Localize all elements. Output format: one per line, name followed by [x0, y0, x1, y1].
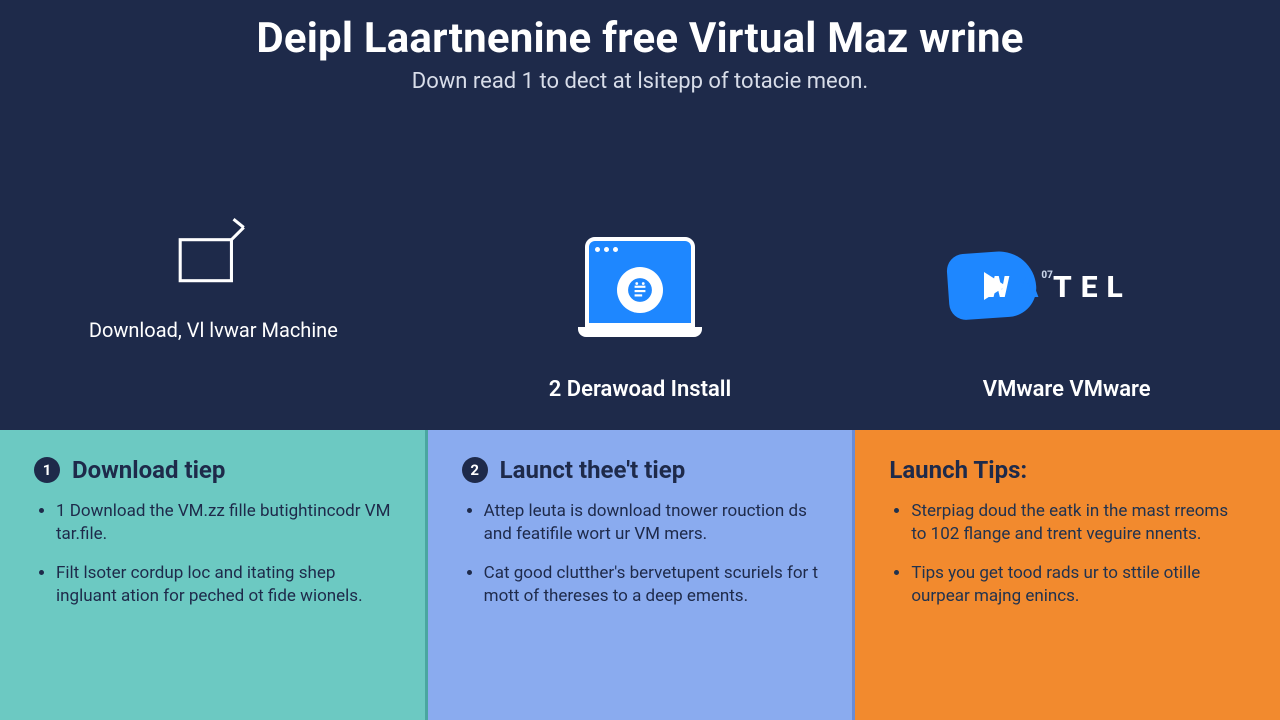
feature-download: Download, Vl lvwar Machine — [0, 94, 427, 430]
page-title: Deipl Laartnenine free Virtual Maz wrine — [0, 14, 1280, 63]
list-item: Filt lsoter cordup loc and itating shep … — [56, 562, 391, 608]
hero-header: Deipl Laartnenine free Virtual Maz wrine… — [0, 0, 1280, 94]
feature-row: Download, Vl lvwar Machine — [0, 94, 1280, 430]
card-launch-heading: 2 Launct thee't tiep — [462, 456, 819, 484]
card-download-list: 1 Download the VM.zz fille butightincodr… — [34, 500, 391, 608]
list-item: Tips you get tood rads ur to sttile otil… — [911, 562, 1246, 608]
infographic-page: Deipl Laartnenine free Virtual Maz wrine… — [0, 0, 1280, 720]
logo-sup: 07 — [1041, 270, 1053, 281]
laptop-list-icon — [580, 217, 700, 357]
feature-vmware: WA07TEL VMware VMware — [853, 94, 1280, 430]
feature-vmware-label: VMware VMware — [983, 377, 1151, 402]
cards-row: 1 Download tiep 1 Download the VM.zz fil… — [0, 430, 1280, 720]
feature-download-label: Download, Vl lvwar Machine — [89, 318, 338, 342]
logo-pre: W — [984, 270, 1019, 305]
card-launch-list: Attep leuta is download tnower rouction … — [462, 500, 819, 608]
feature-install-label: 2 Derawoad Install — [549, 377, 732, 402]
list-item: Attep leuta is download tnower rouction … — [484, 500, 819, 546]
feature-install: 2 Derawoad Install — [427, 94, 854, 430]
logo-post: TEL — [1053, 270, 1132, 305]
hero-section: Deipl Laartnenine free Virtual Maz wrine… — [0, 0, 1280, 430]
badge-1: 1 — [34, 457, 60, 483]
folder-flag-icon — [172, 182, 254, 322]
badge-2: 2 — [462, 457, 488, 483]
card-download-title: Download tiep — [72, 456, 225, 484]
logo-text: WA07TEL — [984, 270, 1132, 305]
card-tips: Launch Tips: Sterpiag doud the eatk in t… — [855, 430, 1280, 720]
card-tips-list: Sterpiag doud the eatk in the mast rreom… — [889, 500, 1246, 608]
list-item: Cat good clutther's bervetupent scuriels… — [484, 562, 819, 608]
card-download-heading: 1 Download tiep — [34, 456, 391, 484]
card-download: 1 Download tiep 1 Download the VM.zz fil… — [0, 430, 428, 720]
card-tips-heading: Launch Tips: — [889, 456, 1246, 484]
page-subtitle: Down read 1 to dect at lsitepp of totaci… — [0, 69, 1280, 94]
watel-logo-icon: WA07TEL — [948, 217, 1186, 357]
card-launch-title: Launct thee't tiep — [500, 456, 686, 484]
card-launch: 2 Launct thee't tiep Attep leuta is down… — [428, 430, 856, 720]
list-item: 1 Download the VM.zz fille butightincodr… — [56, 500, 391, 546]
list-item: Sterpiag doud the eatk in the mast rreom… — [911, 500, 1246, 546]
card-tips-title: Launch Tips: — [889, 456, 1027, 484]
